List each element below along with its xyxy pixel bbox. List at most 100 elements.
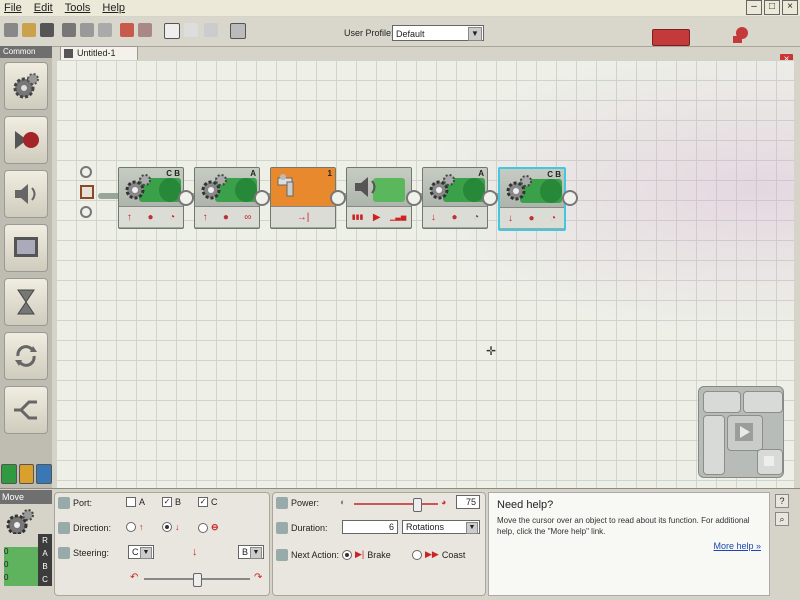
profile-select[interactable]: Default ▼ [392, 25, 484, 41]
sequence-connector [330, 190, 346, 206]
paste-icon[interactable] [98, 23, 112, 37]
power-icon [276, 497, 288, 509]
block-port: C B [166, 169, 180, 178]
undo-icon[interactable] [120, 23, 134, 37]
nxt-controller [698, 386, 784, 478]
nxt-window-button[interactable] [703, 391, 741, 413]
cut-icon[interactable] [62, 23, 76, 37]
pan-tool-icon[interactable] [184, 23, 198, 37]
motor-block-a-2[interactable]: A ↓ ● ◔ [422, 167, 488, 229]
block-settings-strip: ↑ ● ◔ [119, 206, 183, 227]
steering-label: Steering: [73, 548, 110, 558]
radio-brake [342, 549, 352, 560]
move-block-2-selected[interactable]: C B ↓ ● ◔ [498, 167, 566, 231]
direction-icon [58, 522, 70, 534]
menu-help[interactable]: Help [102, 2, 125, 14]
checkbox-b: ✓ [162, 497, 172, 507]
start-point-icon[interactable] [80, 185, 94, 199]
duration-rotation-icon: ◔ [473, 211, 480, 223]
steering-right-value: B [242, 547, 249, 557]
block-header: C B [119, 168, 183, 206]
pointer-tool-icon[interactable] [164, 23, 180, 39]
open-folder-icon[interactable] [22, 23, 36, 37]
steering-left-select[interactable]: C ▼ [128, 545, 154, 559]
direction-backward-radio[interactable]: ↓ [162, 522, 180, 532]
robot-icon[interactable] [730, 25, 750, 45]
power-row: Power: [276, 497, 319, 509]
power-slider[interactable] [354, 503, 438, 505]
chevron-down-icon: ▼ [250, 547, 262, 559]
brake-icon: ▶| [355, 549, 365, 559]
play-icon [735, 423, 753, 441]
direction-row: Direction: [58, 522, 111, 534]
duration-input[interactable]: 6 [342, 520, 398, 534]
sequence-connector [254, 190, 270, 206]
help-icon[interactable]: ? [775, 494, 789, 508]
comment-tool-icon[interactable] [204, 23, 218, 37]
next-action-label: Next Action: [291, 550, 340, 560]
direction-forward-radio[interactable]: ↑ [126, 522, 144, 532]
save-icon[interactable] [40, 23, 54, 37]
palette-wait-block[interactable] [4, 278, 48, 326]
download-run-selected-button[interactable] [743, 391, 783, 413]
more-help-link[interactable]: More help » [713, 541, 761, 551]
menu-file[interactable]: File [4, 2, 22, 14]
document-tab[interactable]: Untitled-1 [60, 46, 138, 60]
close-window-button[interactable]: × [782, 0, 798, 15]
motor-block-a-1[interactable]: A ↑ ● ∞ [194, 167, 260, 229]
common-palette-tab[interactable] [1, 464, 17, 484]
sound-block[interactable]: ▮▮▮ ▶ ▁▃▅ [346, 167, 412, 229]
brake-radio[interactable]: ▶| Brake [342, 549, 391, 560]
palette-display-block[interactable] [4, 224, 48, 272]
wait-block[interactable]: 1 →| [270, 167, 336, 229]
port-c-value: 0 [4, 573, 38, 586]
menu-edit[interactable]: Edit [34, 2, 53, 14]
direction-up-icon: ↑ [202, 211, 208, 223]
palette-sound-block[interactable] [4, 170, 48, 218]
port-a-value: 0 [4, 547, 38, 560]
download-button[interactable] [703, 415, 725, 475]
power-input[interactable]: 75 [456, 495, 480, 509]
direction-stop-radio[interactable]: ⊖ [198, 522, 219, 533]
move-block-1[interactable]: C B ↑ ● ◔ [118, 167, 184, 229]
maximize-button[interactable]: □ [764, 0, 780, 15]
palette-tabs [0, 464, 53, 486]
block-port: 1 [327, 169, 332, 178]
program-canvas[interactable] [56, 60, 794, 490]
custom-palette-icon[interactable] [230, 23, 246, 39]
power-slider-knob[interactable] [413, 498, 422, 512]
download-run-button[interactable] [727, 415, 763, 451]
port-b-checkbox[interactable]: ✓ B [162, 497, 181, 507]
menu-tools[interactable]: Tools [65, 2, 91, 14]
coast-radio[interactable]: ▶▶ Coast [412, 549, 465, 560]
duration-unit-select[interactable]: Rotations ▼ [402, 520, 480, 534]
steering-slider-knob[interactable] [193, 573, 202, 587]
redo-icon[interactable] [138, 23, 152, 37]
record-button[interactable] [652, 29, 690, 46]
palette-switch-block[interactable] [4, 386, 48, 434]
steering-right-select[interactable]: B ▼ [238, 545, 264, 559]
palette-loop-block[interactable] [4, 332, 48, 380]
wait-until-icon: →| [296, 211, 310, 223]
port-c-checkbox[interactable]: ✓ C [198, 497, 218, 507]
block-palette [0, 58, 52, 488]
gear-icon [13, 73, 39, 99]
document-tab-label: Untitled-1 [77, 48, 116, 58]
copy-icon[interactable] [80, 23, 94, 37]
block-header: A [195, 168, 259, 206]
turn-right-icon: ↷ [254, 572, 263, 583]
custom-palette-tab[interactable] [36, 464, 53, 484]
magnifier-icon[interactable]: ⌕ [775, 512, 789, 526]
brake-label: Brake [367, 549, 391, 560]
checkbox-b-label: B [175, 497, 182, 507]
minimize-button[interactable]: – [746, 0, 762, 15]
port-a-checkbox[interactable]: A [126, 497, 145, 507]
stop-button[interactable] [757, 449, 783, 475]
palette-record-play-block[interactable] [4, 116, 48, 164]
sequence-connector [406, 190, 422, 206]
new-file-icon[interactable] [4, 23, 18, 37]
block-settings-strip: →| [271, 206, 335, 227]
complete-palette-tab[interactable] [18, 464, 35, 484]
port-feedback-row: 0B [4, 560, 52, 573]
palette-move-block[interactable] [4, 62, 48, 110]
